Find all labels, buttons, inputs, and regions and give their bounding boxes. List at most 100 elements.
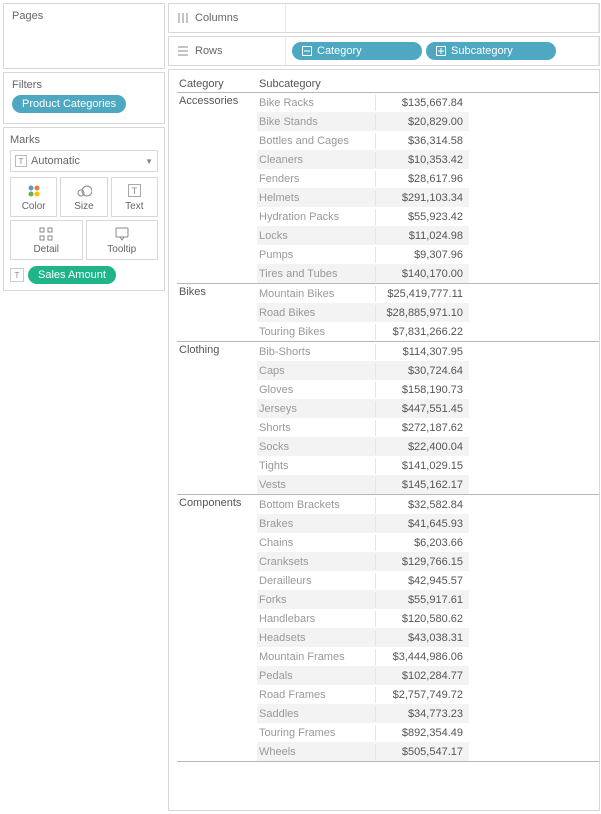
subcategory-cell[interactable]: Hydration Packs [257, 209, 375, 225]
value-cell[interactable]: $3,444,986.06 [375, 649, 469, 665]
subcategory-cell[interactable]: Tights [257, 458, 375, 474]
subcategory-cell[interactable]: Vests [257, 477, 375, 493]
value-cell[interactable]: $447,551.45 [375, 401, 469, 417]
columns-shelf[interactable]: Columns [168, 3, 600, 33]
row-pill-category-label: Category [317, 45, 362, 57]
text-icon: T [128, 183, 141, 199]
value-cell[interactable]: $6,203.66 [375, 535, 469, 551]
category-cell[interactable]: Bikes [177, 284, 257, 341]
value-cell[interactable]: $30,724.64 [375, 363, 469, 379]
value-cell[interactable]: $55,917.61 [375, 592, 469, 608]
subcategory-cell[interactable]: Brakes [257, 516, 375, 532]
subcategory-cell[interactable]: Handlebars [257, 611, 375, 627]
table-row: Cleaners$10,353.42 [257, 150, 469, 169]
subcategory-cell[interactable]: Road Frames [257, 687, 375, 703]
marks-type-dropdown[interactable]: T Automatic ▼ [10, 150, 158, 172]
value-cell[interactable]: $34,773.23 [375, 706, 469, 722]
subcategory-cell[interactable]: Headsets [257, 630, 375, 646]
value-cell[interactable]: $28,885,971.10 [375, 305, 469, 321]
value-cell[interactable]: $120,580.62 [375, 611, 469, 627]
value-cell[interactable]: $291,103.34 [375, 190, 469, 206]
table-row: Locks$11,024.98 [257, 226, 469, 245]
pages-shelf[interactable]: Pages [3, 3, 165, 69]
subcategory-cell[interactable]: Bike Stands [257, 114, 375, 130]
subcategory-cell[interactable]: Cleaners [257, 152, 375, 168]
subcategory-cell[interactable]: Chains [257, 535, 375, 551]
subcategory-cell[interactable]: Road Bikes [257, 305, 375, 321]
text-button[interactable]: T Text [111, 177, 158, 217]
value-cell[interactable]: $135,667.84 [375, 95, 469, 111]
subcategory-cell[interactable]: Mountain Frames [257, 649, 375, 665]
sales-amount-pill[interactable]: Sales Amount [28, 266, 116, 284]
value-cell[interactable]: $36,314.58 [375, 133, 469, 149]
value-cell[interactable]: $102,284.77 [375, 668, 469, 684]
value-cell[interactable]: $505,547.17 [375, 744, 469, 760]
header-category[interactable]: Category [177, 78, 257, 90]
value-cell[interactable]: $32,582.84 [375, 497, 469, 513]
table-row: Caps$30,724.64 [257, 361, 469, 380]
category-cell[interactable]: Accessories [177, 93, 257, 283]
value-cell[interactable]: $28,617.96 [375, 171, 469, 187]
subcategory-cell[interactable]: Bottom Brackets [257, 497, 375, 513]
subcategory-cell[interactable]: Jerseys [257, 401, 375, 417]
detail-button[interactable]: Detail [10, 220, 83, 260]
value-cell[interactable]: $892,354.49 [375, 725, 469, 741]
color-button[interactable]: Color [10, 177, 57, 217]
subcategory-cell[interactable]: Bib-Shorts [257, 344, 375, 360]
subcategory-cell[interactable]: Fenders [257, 171, 375, 187]
value-cell[interactable]: $25,419,777.11 [375, 286, 469, 302]
subcategory-cell[interactable]: Wheels [257, 744, 375, 760]
subcategory-cell[interactable]: Helmets [257, 190, 375, 206]
row-pill-category[interactable]: Category [292, 42, 422, 60]
value-cell[interactable]: $114,307.95 [375, 344, 469, 360]
value-cell[interactable]: $141,029.15 [375, 458, 469, 474]
subcategory-cell[interactable]: Caps [257, 363, 375, 379]
category-cell[interactable]: Clothing [177, 342, 257, 494]
value-cell[interactable]: $55,923.42 [375, 209, 469, 225]
subcategory-cell[interactable]: Mountain Bikes [257, 286, 375, 302]
subcategory-cell[interactable]: Cranksets [257, 554, 375, 570]
value-cell[interactable]: $158,190.73 [375, 382, 469, 398]
subcategory-cell[interactable]: Locks [257, 228, 375, 244]
subcategory-cell[interactable]: Pumps [257, 247, 375, 263]
subcategory-cell[interactable]: Shorts [257, 420, 375, 436]
value-cell[interactable]: $2,757,749.72 [375, 687, 469, 703]
value-cell[interactable]: $22,400.04 [375, 439, 469, 455]
subcategory-cell[interactable]: Saddles [257, 706, 375, 722]
value-cell[interactable]: $7,831,266.22 [375, 324, 469, 340]
subcategory-cell[interactable]: Forks [257, 592, 375, 608]
value-cell[interactable]: $129,766.15 [375, 554, 469, 570]
subcategory-cell[interactable]: Bottles and Cages [257, 133, 375, 149]
value-cell[interactable]: $145,162.17 [375, 477, 469, 493]
subcategory-cell[interactable]: Tires and Tubes [257, 266, 375, 282]
subcategory-cell[interactable]: Gloves [257, 382, 375, 398]
tooltip-button[interactable]: Tooltip [86, 220, 159, 260]
value-cell[interactable]: $140,170.00 [375, 266, 469, 282]
value-cell[interactable]: $11,024.98 [375, 228, 469, 244]
header-subcategory[interactable]: Subcategory [257, 78, 375, 90]
chevron-down-icon: ▼ [145, 157, 153, 166]
table-row: Cranksets$129,766.15 [257, 552, 469, 571]
subcategory-cell[interactable]: Socks [257, 439, 375, 455]
value-cell[interactable]: $42,945.57 [375, 573, 469, 589]
rows-shelf[interactable]: Rows Category Subcategory [168, 36, 600, 66]
subcategory-cell[interactable]: Touring Bikes [257, 324, 375, 340]
subcategory-cell[interactable]: Touring Frames [257, 725, 375, 741]
size-button[interactable]: Size [60, 177, 107, 217]
subcategory-cell[interactable]: Derailleurs [257, 573, 375, 589]
category-cell[interactable]: Components [177, 495, 257, 761]
filters-shelf[interactable]: Filters Product Categories [3, 72, 165, 124]
value-cell[interactable]: $9,307.96 [375, 247, 469, 263]
subcategory-cell[interactable]: Bike Racks [257, 95, 375, 111]
value-cell[interactable]: $10,353.42 [375, 152, 469, 168]
value-cell[interactable]: $272,187.62 [375, 420, 469, 436]
subcategory-cell[interactable]: Pedals [257, 668, 375, 684]
color-icon [27, 183, 41, 199]
text-label: Text [125, 201, 143, 212]
row-pill-subcategory[interactable]: Subcategory [426, 42, 556, 60]
value-cell[interactable]: $43,038.31 [375, 630, 469, 646]
value-cell[interactable]: $41,645.93 [375, 516, 469, 532]
value-cell[interactable]: $20,829.00 [375, 114, 469, 130]
table-row: Pumps$9,307.96 [257, 245, 469, 264]
filter-pill-product-categories[interactable]: Product Categories [12, 95, 126, 113]
